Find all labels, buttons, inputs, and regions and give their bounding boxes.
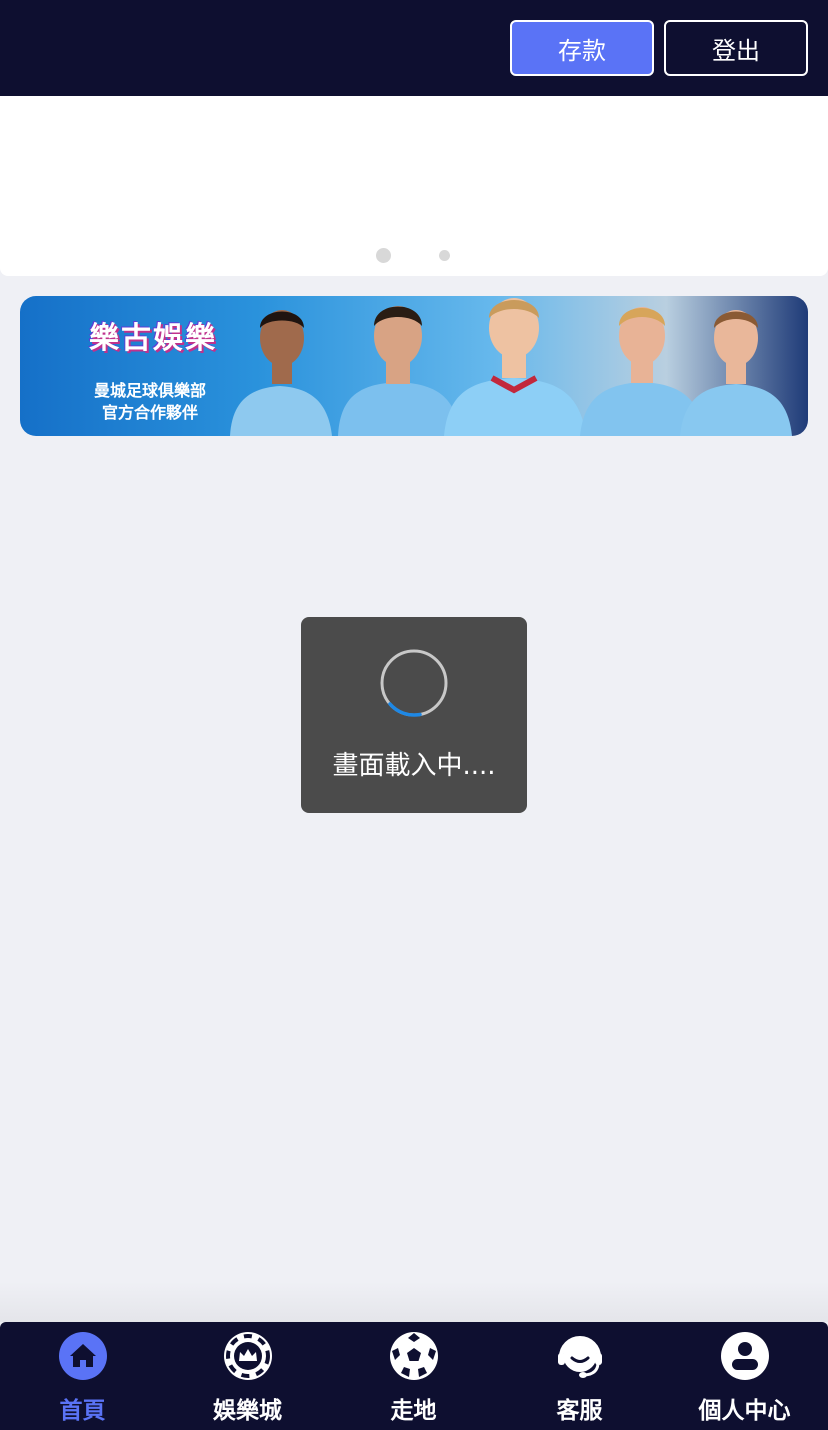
nav-label-profile: 個人中心 [698,1398,791,1424]
casino-chip-icon [224,1332,272,1380]
loading-toast: 畫面載入中.... [301,617,527,813]
nav-support[interactable]: 客服 [497,1322,662,1430]
banner-subtitle-line1: 曼城足球俱樂部 [93,381,206,400]
deposit-button[interactable]: 存款 [510,20,654,76]
headset-icon [558,1336,602,1378]
brand-logo: 樂古娛樂 [89,321,217,356]
nav-label-support: 客服 [556,1398,603,1424]
promo-banner[interactable]: 樂古娛樂 曼城足球俱樂部 官方合作夥伴 [20,296,808,436]
banner-carousel[interactable] [0,96,828,276]
nav-live[interactable]: 走地 [331,1322,496,1430]
home-icon [59,1332,107,1380]
nav-profile[interactable]: 個人中心 [662,1322,827,1430]
carousel-dot-2[interactable] [439,250,450,261]
nav-label-live: 走地 [390,1398,437,1424]
loading-spinner-icon [380,649,448,717]
top-header: 存款 登出 [0,0,828,96]
nav-home[interactable]: 首頁 [0,1322,165,1430]
bottom-navigation: 首頁 娛樂城 走地 客服 個人中心 [0,1322,828,1430]
carousel-dot-1[interactable] [376,248,391,263]
loading-text: 畫面載入中.... [332,751,496,781]
nav-shadow [0,1282,828,1322]
nav-label-casino: 娛樂城 [213,1398,282,1424]
logout-button[interactable]: 登出 [664,20,808,76]
soccer-ball-icon [390,1332,438,1380]
banner-subtitle-line2: 官方合作夥伴 [101,403,198,422]
user-icon [721,1332,769,1380]
nav-casino[interactable]: 娛樂城 [165,1322,330,1430]
nav-label-home: 首頁 [59,1398,106,1424]
